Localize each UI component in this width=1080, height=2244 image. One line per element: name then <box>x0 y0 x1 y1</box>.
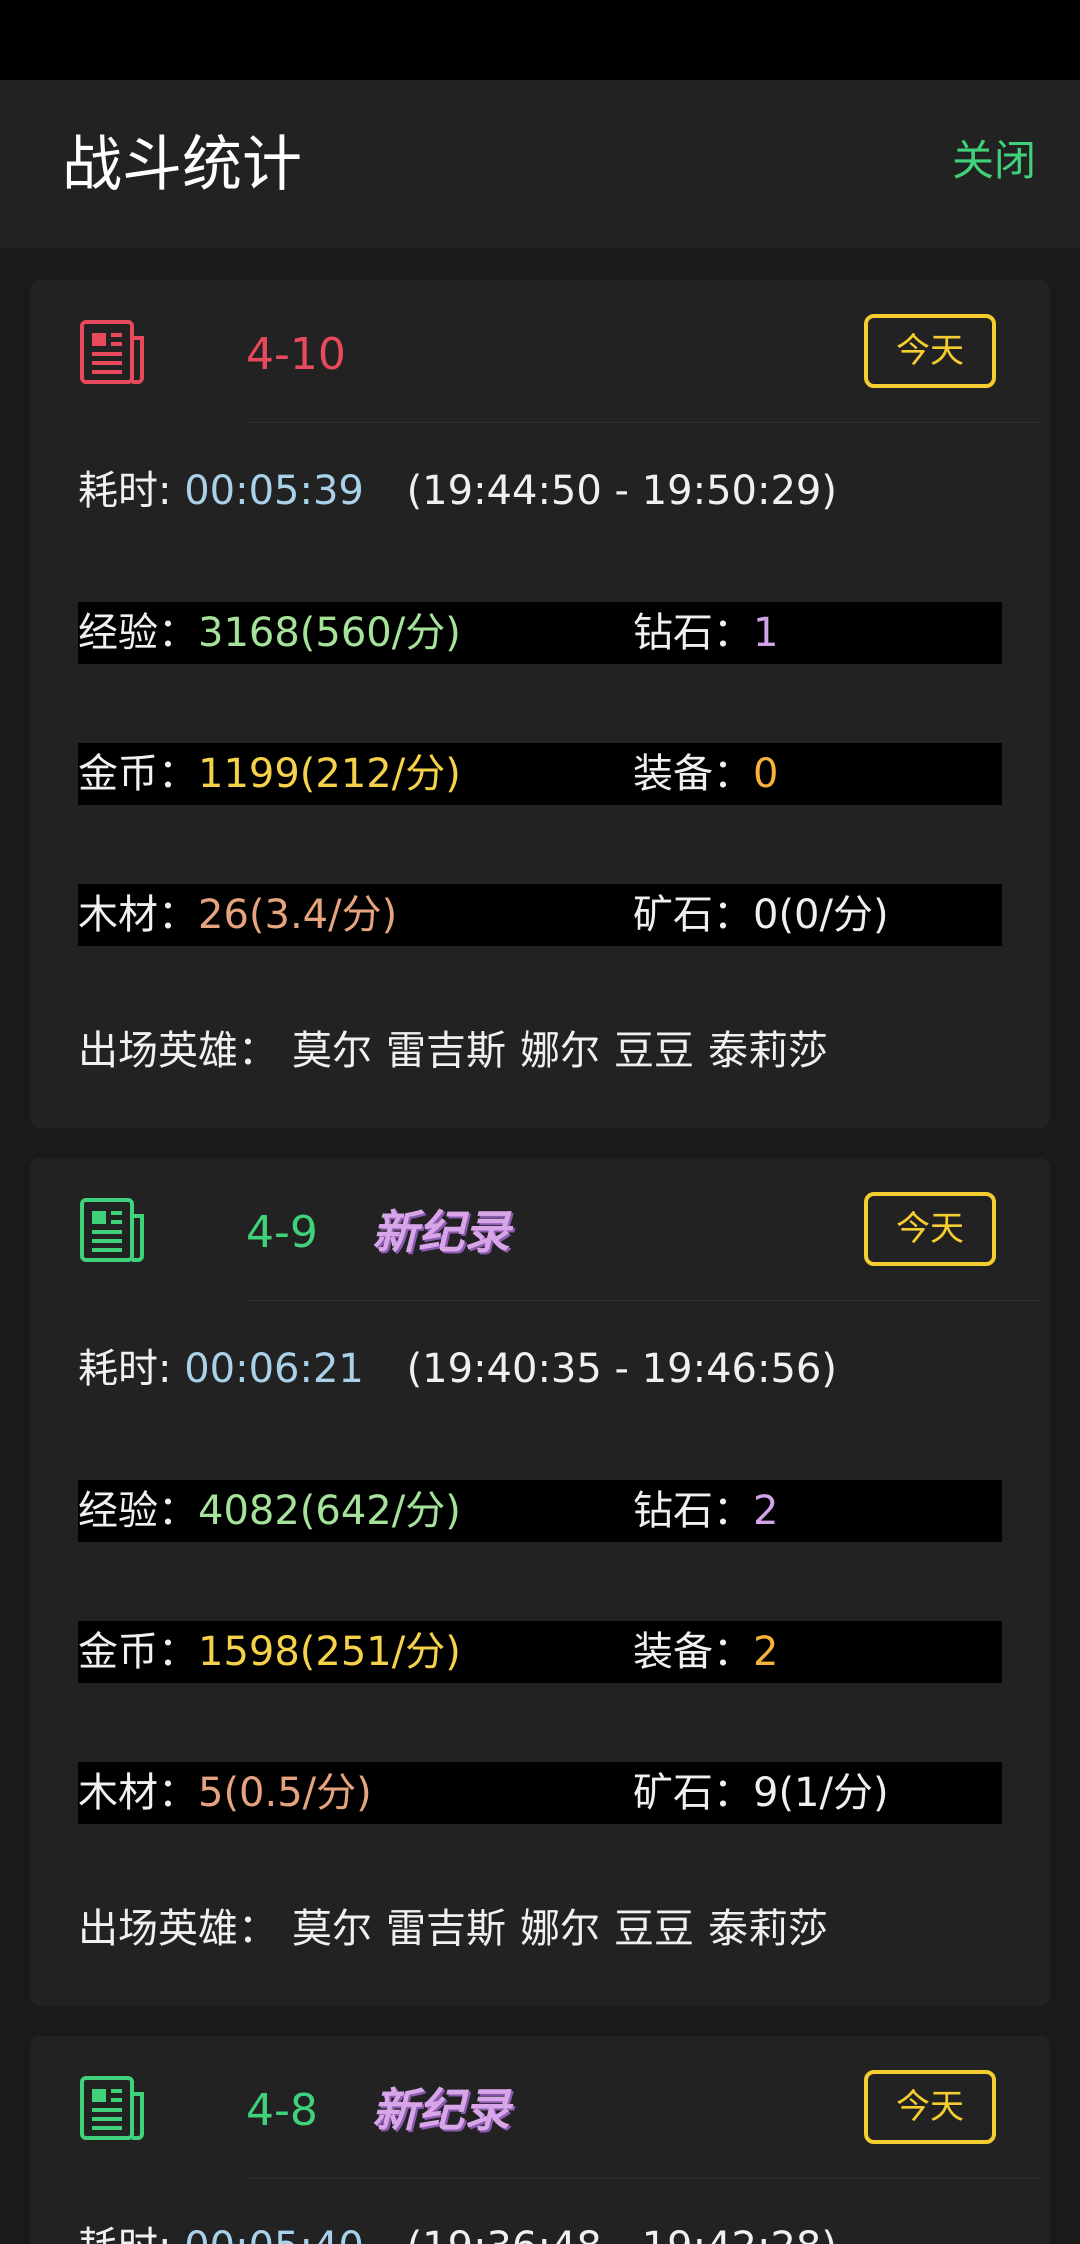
hero-name: 豆豆 <box>614 1028 694 1074</box>
duration-value: 00:05:39 <box>184 468 364 514</box>
hero-name: 娜尔 <box>520 1028 600 1074</box>
heroes-row: 出场英雄： 莫尔 雷吉斯 娜尔 豆豆 泰莉莎 <box>78 1904 828 1954</box>
heroes-row: 出场英雄： 莫尔 雷吉斯 娜尔 豆豆 泰莉莎 <box>78 1026 828 1076</box>
ore-label: 矿石： <box>633 892 753 938</box>
app-header: 战斗统计 关闭 <box>0 80 1080 248</box>
time-label: 耗时: <box>78 1346 172 1392</box>
battle-card[interactable]: 4-10 今天 耗时: 00:05:39 (19:44:50 - 19:50:2… <box>30 280 1050 1128</box>
level-label: 4-9 <box>246 1207 318 1258</box>
time-range: (19:44:50 - 19:50:29) <box>406 468 837 514</box>
newspaper-icon <box>80 2076 144 2140</box>
ore-value: 0(0/分) <box>753 892 889 938</box>
time-row: 耗时: 00:06:21 (19:40:35 - 19:46:56) <box>78 1344 837 1394</box>
newspaper-icon <box>80 1198 144 1262</box>
battle-card[interactable]: 4-8 新纪录 今天 耗时: 00:05:40 (19:36:48 - 19:4… <box>30 2036 1050 2244</box>
new-record-badge: 新纪录 <box>372 2083 510 2137</box>
exp-label: 经验： <box>78 1488 198 1534</box>
ore-label: 矿石： <box>633 1770 753 1816</box>
diamond-value: 2 <box>753 1488 779 1534</box>
equip-value: 2 <box>753 1629 779 1675</box>
time-label: 耗时: <box>78 2224 171 2244</box>
hero-name: 泰莉莎 <box>708 1906 828 1952</box>
divider <box>246 2178 1042 2179</box>
equip-label: 装备： <box>633 751 753 797</box>
status-bar <box>0 0 1080 80</box>
heroes-label: 出场英雄： <box>78 1906 278 1952</box>
exp-value: 3168(560/分) <box>198 610 461 656</box>
gold-value: 1598(251/分) <box>198 1629 461 1675</box>
duration-value: 00:05:40 <box>184 2224 364 2244</box>
close-button[interactable]: 关闭 <box>952 136 1036 186</box>
hero-name: 莫尔 <box>292 1028 372 1074</box>
stat-row-wood-ore: 木材：5(0.5/分) 矿石：9(1/分) <box>78 1762 1002 1824</box>
heroes-label: 出场英雄： <box>78 1028 278 1074</box>
time-row: 耗时: 00:05:40 (19:36:48 - 19:42:28) <box>78 2222 837 2244</box>
diamond-label: 钻石： <box>633 610 753 656</box>
today-button[interactable]: 今天 <box>864 2070 996 2144</box>
time-label: 耗时: <box>78 468 172 514</box>
today-button[interactable]: 今天 <box>864 314 996 388</box>
time-row: 耗时: 00:05:39 (19:44:50 - 19:50:29) <box>78 466 837 516</box>
hero-name: 豆豆 <box>614 1906 694 1952</box>
gold-label: 金币： <box>78 751 198 797</box>
time-range: (19:36:48 - 19:42:28) <box>407 2224 837 2244</box>
divider <box>246 1300 1042 1301</box>
divider <box>246 422 1042 423</box>
ore-value: 9(1/分) <box>753 1770 889 1816</box>
wood-label: 木材： <box>78 892 198 938</box>
level-label: 4-8 <box>246 2085 318 2136</box>
newspaper-icon <box>80 320 144 384</box>
diamond-label: 钻石： <box>633 1488 753 1534</box>
exp-value: 4082(642/分) <box>198 1488 461 1534</box>
new-record-badge: 新纪录 <box>372 1205 510 1259</box>
page-title: 战斗统计 <box>62 130 302 200</box>
hero-name: 莫尔 <box>292 1906 372 1952</box>
equip-label: 装备： <box>633 1629 753 1675</box>
today-button[interactable]: 今天 <box>864 1192 996 1266</box>
stat-row-gold-equip: 金币：1598(251/分) 装备：2 <box>78 1621 1002 1683</box>
stat-row-gold-equip: 金币：1199(212/分) 装备：0 <box>78 743 1002 805</box>
equip-value: 0 <box>753 751 779 797</box>
hero-name: 雷吉斯 <box>386 1906 506 1952</box>
hero-name: 娜尔 <box>520 1906 600 1952</box>
diamond-value: 1 <box>753 610 779 656</box>
exp-label: 经验： <box>78 610 198 656</box>
stat-row-wood-ore: 木材：26(3.4/分) 矿石：0(0/分) <box>78 884 1002 946</box>
wood-label: 木材： <box>78 1770 198 1816</box>
time-range: (19:40:35 - 19:46:56) <box>406 1346 837 1392</box>
battle-card[interactable]: 4-9 新纪录 今天 耗时: 00:06:21 (19:40:35 - 19:4… <box>30 1158 1050 2006</box>
gold-value: 1199(212/分) <box>198 751 461 797</box>
gold-label: 金币： <box>78 1629 198 1675</box>
hero-name: 雷吉斯 <box>386 1028 506 1074</box>
hero-name: 泰莉莎 <box>708 1028 828 1074</box>
wood-value: 26(3.4/分) <box>198 892 398 938</box>
stat-row-exp-diamond: 经验：3168(560/分) 钻石：1 <box>78 602 1002 664</box>
wood-value: 5(0.5/分) <box>198 1770 372 1816</box>
stat-row-exp-diamond: 经验：4082(642/分) 钻石：2 <box>78 1480 1002 1542</box>
duration-value: 00:06:21 <box>184 1346 364 1392</box>
level-label: 4-10 <box>246 329 346 380</box>
